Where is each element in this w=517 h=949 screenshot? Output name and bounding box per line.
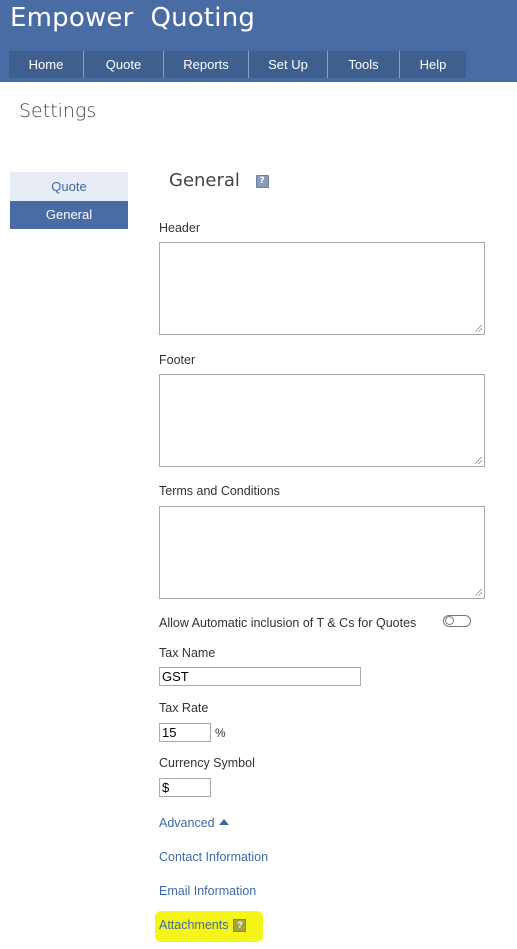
resize-grip-icon[interactable] <box>475 325 482 332</box>
app-header: Empower Quoting Home Quote Reports Set U… <box>0 0 517 82</box>
nav-help[interactable]: Help <box>400 51 466 78</box>
terms-label: Terms and Conditions <box>159 484 280 498</box>
section-title-text: General <box>169 170 240 191</box>
tax-rate-unit: % <box>215 726 226 740</box>
advanced-link[interactable]: Advanced <box>159 816 229 830</box>
header-label: Header <box>159 221 200 235</box>
attachments-link[interactable]: Attachments? <box>159 918 247 933</box>
help-icon[interactable]: ? <box>233 919 247 933</box>
sidebar-item-quote[interactable]: Quote <box>10 172 128 201</box>
currency-label: Currency Symbol <box>159 756 255 770</box>
auto-tc-toggle[interactable] <box>443 615 471 627</box>
resize-grip-icon[interactable] <box>475 589 482 596</box>
contact-information-link[interactable]: Contact Information <box>159 850 268 864</box>
nav-home[interactable]: Home <box>9 51 84 78</box>
nav-tools[interactable]: Tools <box>328 51 400 78</box>
nav-reports[interactable]: Reports <box>164 51 249 78</box>
header-textarea[interactable] <box>159 242 485 335</box>
auto-tc-label: Allow Automatic inclusion of T & Cs for … <box>159 616 417 630</box>
tax-name-label: Tax Name <box>159 646 216 660</box>
page-title: Settings <box>19 100 97 122</box>
footer-textarea[interactable] <box>159 374 485 467</box>
email-information-link[interactable]: Email Information <box>159 884 256 898</box>
nav-quote[interactable]: Quote <box>84 51 164 78</box>
attachments-link-text[interactable]: Attachments <box>159 918 228 932</box>
toggle-knob <box>445 616 454 625</box>
main-nav: Home Quote Reports Set Up Tools Help <box>9 51 466 78</box>
advanced-link-text[interactable]: Advanced <box>159 816 215 830</box>
help-icon[interactable]: ? <box>255 174 269 188</box>
nav-set-up[interactable]: Set Up <box>249 51 328 78</box>
section-title: General ? <box>169 170 269 191</box>
tax-name-input[interactable]: GST <box>159 667 361 686</box>
app-title: Empower Quoting <box>10 3 256 33</box>
footer-label: Footer <box>159 353 196 367</box>
terms-textarea[interactable] <box>159 506 485 599</box>
settings-sidebar: Quote General <box>10 172 128 229</box>
tax-rate-label: Tax Rate <box>159 701 209 715</box>
sidebar-item-general[interactable]: General <box>10 201 128 229</box>
currency-input[interactable]: $ <box>159 778 211 797</box>
tax-rate-input[interactable]: 15 <box>159 723 211 742</box>
resize-grip-icon[interactable] <box>475 457 482 464</box>
collapse-arrow-icon[interactable] <box>218 819 229 825</box>
